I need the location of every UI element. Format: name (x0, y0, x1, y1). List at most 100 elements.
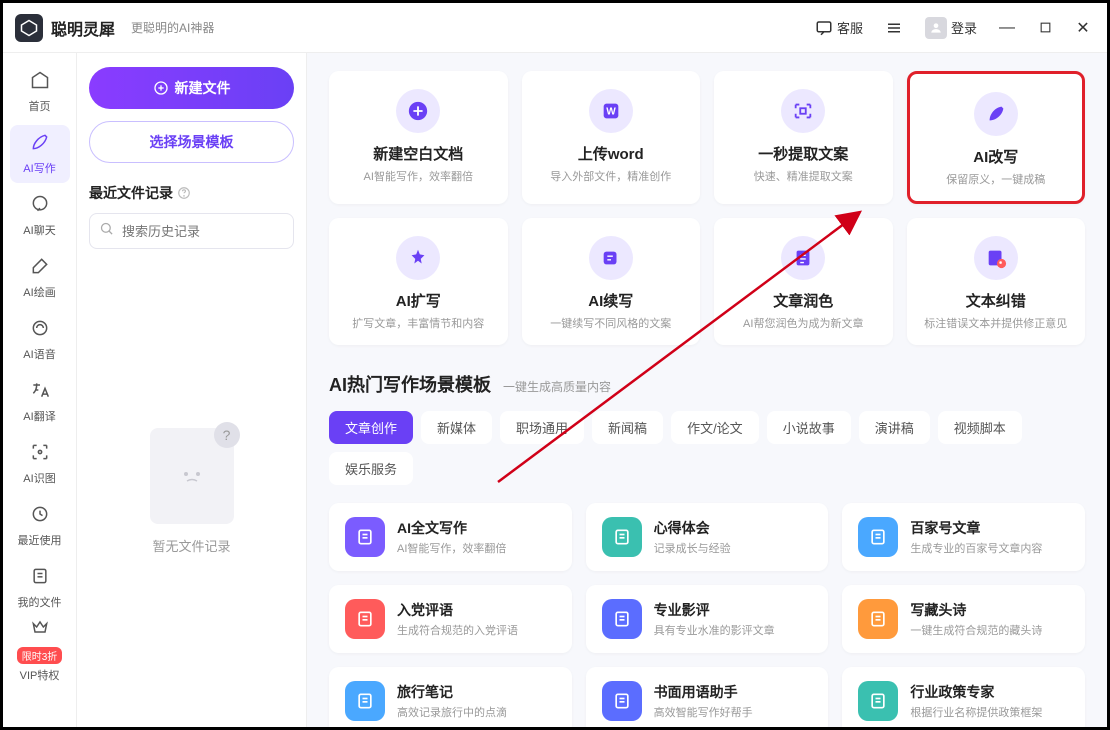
sidebar-item-file[interactable]: 我的文件 (10, 559, 70, 617)
template-item-2[interactable]: 百家号文章生成专业的百家号文章内容 (842, 503, 1085, 571)
card-desc: AI帮您润色为成为新文章 (724, 315, 883, 331)
maximize-button[interactable] (1033, 16, 1057, 40)
translate-icon (30, 380, 50, 405)
sidebar-item-audio[interactable]: AI语音 (10, 311, 70, 369)
card-desc: 导入外部文件，精准创作 (532, 168, 691, 184)
sidebar-label: AI语音 (23, 346, 55, 362)
template-desc: 高效智能写作好帮手 (654, 704, 753, 720)
tab-4[interactable]: 作文/论文 (671, 411, 759, 444)
sidebar-item-home[interactable]: 首页 (10, 63, 70, 121)
tab-8[interactable]: 娱乐服务 (329, 452, 413, 485)
hot-templates-title: AI热门写作场景模板 (329, 371, 491, 397)
tab-5[interactable]: 小说故事 (767, 411, 851, 444)
card-desc: 快速、精准提取文案 (724, 168, 883, 184)
tab-1[interactable]: 新媒体 (421, 411, 492, 444)
template-desc: AI智能写作，效率翻倍 (397, 540, 506, 556)
search-icon (99, 221, 114, 241)
card-title: AI改写 (920, 146, 1073, 167)
file-icon (30, 566, 50, 591)
action-card-word[interactable]: W上传word导入外部文件，精准创作 (522, 71, 701, 204)
template-item-0[interactable]: AI全文写作 AI智能写作，效率翻倍 (329, 503, 572, 571)
left-panel: 新建文件 选择场景模板 最近文件记录 暂无文件记录 (77, 53, 307, 727)
template-desc: 一键生成符合规范的藏头诗 (910, 622, 1042, 638)
svg-text:W: W (606, 107, 616, 118)
recent-files-heading: 最近文件记录 (89, 183, 294, 203)
empty-illustration (150, 428, 234, 524)
tab-3[interactable]: 新闻稿 (592, 411, 663, 444)
template-item-6[interactable]: 旅行笔记高效记录旅行中的点滴 (329, 667, 572, 727)
action-card-expand[interactable]: AI扩写扩写文章，丰富情节和内容 (329, 218, 508, 345)
action-card-polish[interactable]: 文章润色AI帮您润色为成为新文章 (714, 218, 893, 345)
sidebar-label: AI翻译 (23, 408, 55, 424)
card-title: 一秒提取文案 (724, 143, 883, 164)
login-button[interactable]: 登录 (921, 13, 981, 43)
card-desc: AI智能写作，效率翻倍 (339, 168, 498, 184)
home-icon (30, 70, 50, 95)
template-title: AI全文写作 (397, 518, 506, 538)
template-icon (602, 517, 642, 557)
tab-7[interactable]: 视频脚本 (938, 411, 1022, 444)
sidebar-item-vision[interactable]: AI识图 (10, 435, 70, 493)
template-icon (858, 681, 898, 721)
action-card-extract[interactable]: 一秒提取文案快速、精准提取文案 (714, 71, 893, 204)
minimize-button[interactable]: — (995, 16, 1019, 40)
sidebar-item-translate[interactable]: AI翻译 (10, 373, 70, 431)
template-title: 百家号文章 (910, 518, 1042, 538)
login-label: 登录 (951, 18, 977, 37)
card-title: AI扩写 (339, 290, 498, 311)
close-button[interactable]: ✕ (1071, 16, 1095, 40)
sidebar-label: AI绘画 (23, 284, 55, 300)
sidebar-item-chat[interactable]: AI聊天 (10, 187, 70, 245)
sidebar-item-vip[interactable]: 限时3折VIP特权 (10, 621, 70, 679)
new-file-label: 新建文件 (175, 78, 231, 98)
action-card-correct[interactable]: 文本纠错标注错误文本并提供修正意见 (907, 218, 1086, 345)
card-title: 文本纠错 (917, 290, 1076, 311)
template-title: 写藏头诗 (910, 600, 1042, 620)
template-item-4[interactable]: 专业影评具有专业水准的影评文章 (586, 585, 829, 653)
template-icon (858, 517, 898, 557)
template-desc: 生成符合规范的入党评语 (397, 622, 518, 638)
sidebar-item-history[interactable]: 最近使用 (10, 497, 70, 555)
help-icon[interactable] (177, 186, 191, 200)
action-card-continue[interactable]: AI续写一键续写不同风格的文案 (522, 218, 701, 345)
word-icon: W (589, 89, 633, 133)
chat-icon (30, 194, 50, 219)
hamburger-icon (885, 19, 903, 37)
app-name: 聪明灵犀 (51, 16, 115, 40)
card-desc: 保留原义，一键成稿 (920, 171, 1073, 187)
action-card-plus[interactable]: 新建空白文档 AI智能写作，效率翻倍 (329, 71, 508, 204)
choose-template-button[interactable]: 选择场景模板 (89, 121, 294, 163)
sidebar-item-paint[interactable]: AI绘画 (10, 249, 70, 307)
template-title: 入党评语 (397, 600, 518, 620)
sidebar: 首页AI写作AI聊天 AI绘画 AI语音 AI翻译 AI识图最近使用我的文件限时3折VI… (3, 53, 77, 727)
extract-icon (781, 89, 825, 133)
card-desc: 一键续写不同风格的文案 (532, 315, 691, 331)
action-card-rewrite[interactable]: AI改写保留原义，一键成稿 (907, 71, 1086, 204)
template-item-8[interactable]: 行业政策专家根据行业名称提供政策框架 (842, 667, 1085, 727)
empty-text: 暂无文件记录 (152, 536, 230, 555)
paint-icon (30, 256, 50, 281)
tab-6[interactable]: 演讲稿 (859, 411, 930, 444)
tab-0[interactable]: 文章创作 (329, 411, 413, 444)
continue-icon (589, 236, 633, 280)
menu-button[interactable] (881, 15, 907, 41)
template-item-1[interactable]: 心得体会记录成长与经验 (586, 503, 829, 571)
app-subtitle: 更聪明的AI神器 (131, 19, 214, 36)
vip-badge: 限时3折 (17, 647, 63, 664)
choose-template-label: 选择场景模板 (150, 132, 234, 152)
template-title: 行业政策专家 (910, 682, 1042, 702)
customer-service-button[interactable]: 客服 (811, 14, 867, 41)
template-item-7[interactable]: 书面用语助手高效智能写作好帮手 (586, 667, 829, 727)
sidebar-item-pen[interactable]: AI写作 (10, 125, 70, 183)
new-file-button[interactable]: 新建文件 (89, 67, 294, 109)
search-input[interactable] (89, 213, 294, 249)
card-title: 新建空白文档 (339, 143, 498, 164)
tab-2[interactable]: 职场通用 (500, 411, 584, 444)
template-item-5[interactable]: 写藏头诗一键生成符合规范的藏头诗 (842, 585, 1085, 653)
template-icon (602, 681, 642, 721)
audio-icon (30, 318, 50, 343)
template-title: 心得体会 (654, 518, 731, 538)
template-title: 书面用语助手 (654, 682, 753, 702)
template-icon (345, 517, 385, 557)
template-item-3[interactable]: 入党评语生成符合规范的入党评语 (329, 585, 572, 653)
